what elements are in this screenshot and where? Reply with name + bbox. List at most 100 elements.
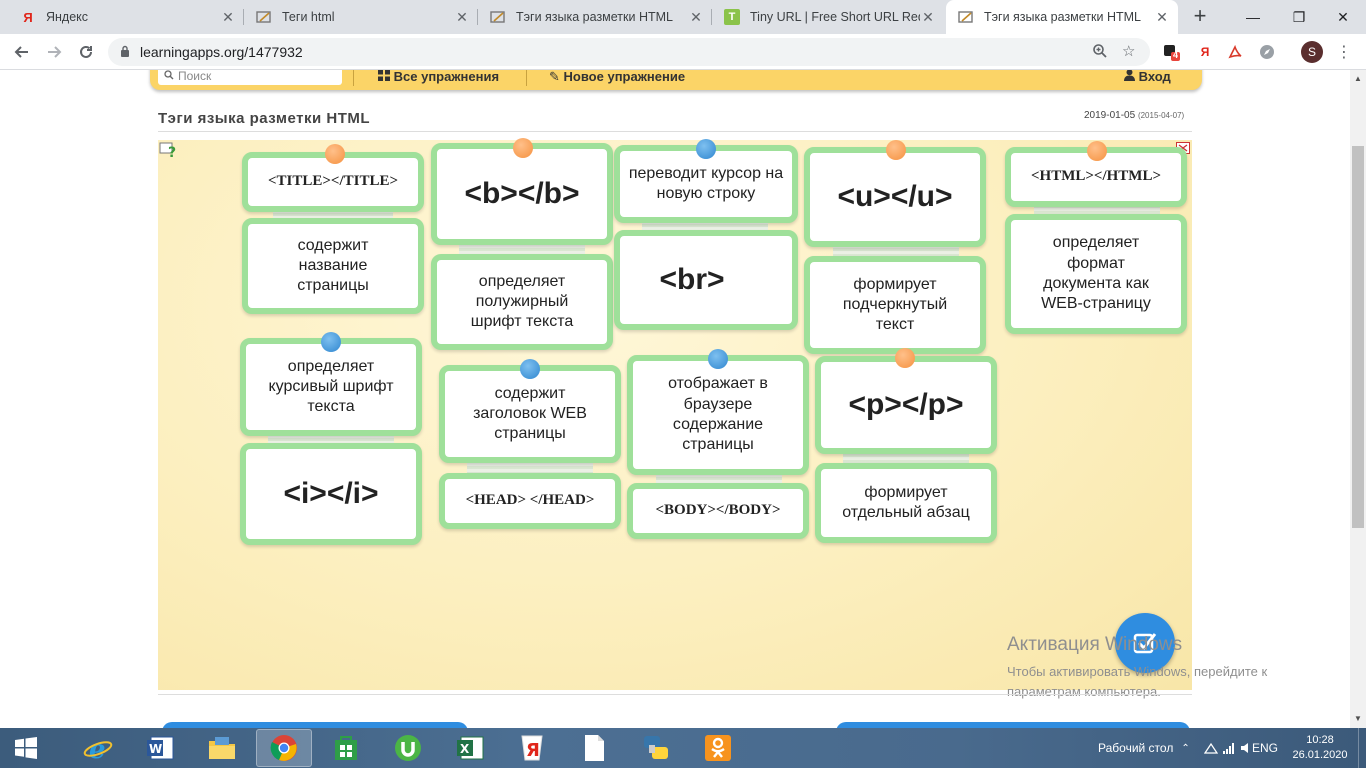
forward-button[interactable] <box>40 38 68 66</box>
answer-card[interactable]: <br> <box>614 230 798 330</box>
start-button[interactable] <box>0 729 52 767</box>
scroll-down-icon[interactable]: ▼ <box>1354 714 1362 723</box>
answer-card[interactable]: определяет курсивый шрифт текста <box>240 338 422 436</box>
arrow-right-icon <box>48 46 62 58</box>
browser-tab[interactable]: Я Яндекс ✕ <box>8 0 244 34</box>
chevron-up-icon[interactable]: ⌃ <box>1181 743 1189 754</box>
notepad-icon[interactable] <box>566 729 622 767</box>
windows-logo-icon <box>15 737 37 759</box>
extension-badge-icon[interactable]: 4 <box>1162 43 1180 61</box>
exercise-date-created: (2015-04-07) <box>1137 111 1185 120</box>
page-scrollbar[interactable]: ▲ ▼ <box>1350 70 1366 728</box>
address-bar[interactable]: learningapps.org/1477932 ☆ <box>108 38 1150 66</box>
system-clock[interactable]: 10:28 26.01.2020 <box>1290 733 1350 763</box>
store-icon[interactable] <box>318 729 374 767</box>
zoom-icon[interactable] <box>1092 43 1108 63</box>
answer-card[interactable]: определяет формат документа как WEB-стра… <box>1005 214 1187 334</box>
pin-icon <box>895 348 915 368</box>
bookmark-star-icon[interactable]: ☆ <box>1122 42 1135 60</box>
pdf-extension-icon[interactable] <box>1226 43 1244 61</box>
language-indicator[interactable]: ENG <box>1252 728 1278 768</box>
reload-button[interactable] <box>72 38 100 66</box>
search-placeholder: Поиск <box>178 70 212 83</box>
answer-card[interactable]: <b></b> <box>431 143 613 245</box>
login-link[interactable]: Вход <box>1124 70 1171 84</box>
tab-close-icon[interactable]: ✕ <box>920 9 936 26</box>
browser-tab-active[interactable]: Тэги языка разметки HTML ✕ <box>946 0 1178 34</box>
answer-card[interactable]: <HEAD> </HEAD> <box>439 473 621 529</box>
desktop-toolbar-label[interactable]: Рабочий стол ⌃ <box>1098 728 1190 768</box>
user-icon <box>1124 70 1139 84</box>
help-question-icon[interactable]: ? <box>159 141 179 161</box>
pin-icon <box>325 144 345 164</box>
all-exercises-link[interactable]: Все упражнения <box>378 70 499 84</box>
browser-tab[interactable]: Теги html ✕ <box>244 0 478 34</box>
tab-close-icon[interactable]: ✕ <box>688 9 704 26</box>
pin-icon <box>886 140 906 160</box>
pencil-icon: ✎ <box>549 70 560 84</box>
reload-icon <box>80 45 92 58</box>
pin-icon <box>321 332 341 352</box>
python-icon[interactable] <box>628 729 684 767</box>
scroll-up-icon[interactable]: ▲ <box>1354 74 1362 83</box>
svg-text:X: X <box>460 742 470 756</box>
signal-icon[interactable] <box>1222 728 1236 768</box>
utorrent-icon[interactable] <box>380 729 436 767</box>
tab-title: Теги html <box>282 10 335 24</box>
odnoklassniki-icon[interactable] <box>690 729 746 767</box>
answer-card[interactable]: содержит название страницы <box>242 218 424 314</box>
back-button[interactable] <box>8 38 36 66</box>
show-desktop-button[interactable] <box>1358 728 1366 768</box>
tab-title: Тэги языка разметки HTML <box>984 10 1141 24</box>
answer-card[interactable]: <BODY></BODY> <box>627 483 809 539</box>
yandex-browser-icon[interactable]: Я <box>504 729 560 767</box>
close-window-button[interactable]: ✕ <box>1320 0 1366 34</box>
site-search-input[interactable]: Поиск <box>158 70 342 85</box>
restore-button[interactable]: ❐ <box>1276 0 1322 34</box>
scrollbar-thumb[interactable] <box>1352 146 1364 528</box>
answer-card[interactable]: <u></u> <box>804 147 986 247</box>
exercise-date: 2019-01-05 (2015-04-07) <box>1084 110 1185 121</box>
browser-menu-icon[interactable]: ⋮ <box>1336 42 1352 62</box>
answer-card[interactable]: формирует отдельный абзац <box>815 463 997 543</box>
internet-explorer-icon[interactable]: e <box>70 729 126 767</box>
new-tab-button[interactable]: + <box>1188 5 1212 29</box>
answer-card[interactable]: определяет полужирный шрифт текста <box>431 254 613 350</box>
browser-tab[interactable]: Тэги языка разметки HTML ✕ <box>478 0 712 34</box>
pin-icon <box>520 359 540 379</box>
pin-icon <box>708 349 728 369</box>
file-explorer-icon[interactable] <box>194 729 250 767</box>
tinyurl-favicon-icon: T <box>724 9 740 25</box>
windows-activation-watermark: Активация Windows Чтобы активировать Win… <box>1007 634 1268 700</box>
url-text: learningapps.org/1477932 <box>140 44 303 60</box>
answer-card[interactable]: отображает в браузере содержание страниц… <box>627 355 809 475</box>
windows-taskbar: e W X Я Рабочий стол ⌃ ENG 10:28 26.01.2… <box>0 728 1366 768</box>
new-exercise-link[interactable]: ✎ Новое упражнение <box>549 70 685 85</box>
chrome-icon[interactable] <box>256 729 312 767</box>
tab-close-icon[interactable]: ✕ <box>220 9 236 26</box>
word-icon[interactable]: W <box>132 729 188 767</box>
tab-close-icon[interactable]: ✕ <box>454 9 470 26</box>
lock-icon <box>120 45 130 60</box>
compass-extension-icon[interactable] <box>1258 43 1276 61</box>
yandex-extension-icon[interactable]: Я <box>1196 43 1214 61</box>
network-icon[interactable] <box>1204 728 1218 768</box>
yandex-favicon-icon: Я <box>23 9 33 25</box>
answer-card[interactable]: <p></p> <box>815 356 997 454</box>
answer-card[interactable]: формирует подчеркнутый текст <box>804 256 986 354</box>
pin-icon <box>1087 141 1107 161</box>
svg-text:Я: Я <box>526 740 540 761</box>
minimize-button[interactable]: — <box>1230 0 1276 34</box>
browser-tab[interactable]: T Tiny URL | Free Short URL Redire ✕ <box>712 0 944 34</box>
svg-text:?: ? <box>168 145 176 159</box>
grid-icon <box>378 70 394 84</box>
tab-title: Яндекс <box>46 10 89 24</box>
tab-close-icon[interactable]: ✕ <box>1154 9 1170 26</box>
answer-card[interactable]: содержит заголовок WEB страницы <box>439 365 621 463</box>
svg-text:W: W <box>149 742 162 756</box>
answer-card[interactable]: <i></i> <box>240 443 422 545</box>
profile-avatar[interactable]: S <box>1301 41 1323 63</box>
exercise-title: Тэги языка разметки HTML <box>158 110 371 127</box>
excel-icon[interactable]: X <box>442 729 498 767</box>
svg-text:e: e <box>89 735 106 763</box>
